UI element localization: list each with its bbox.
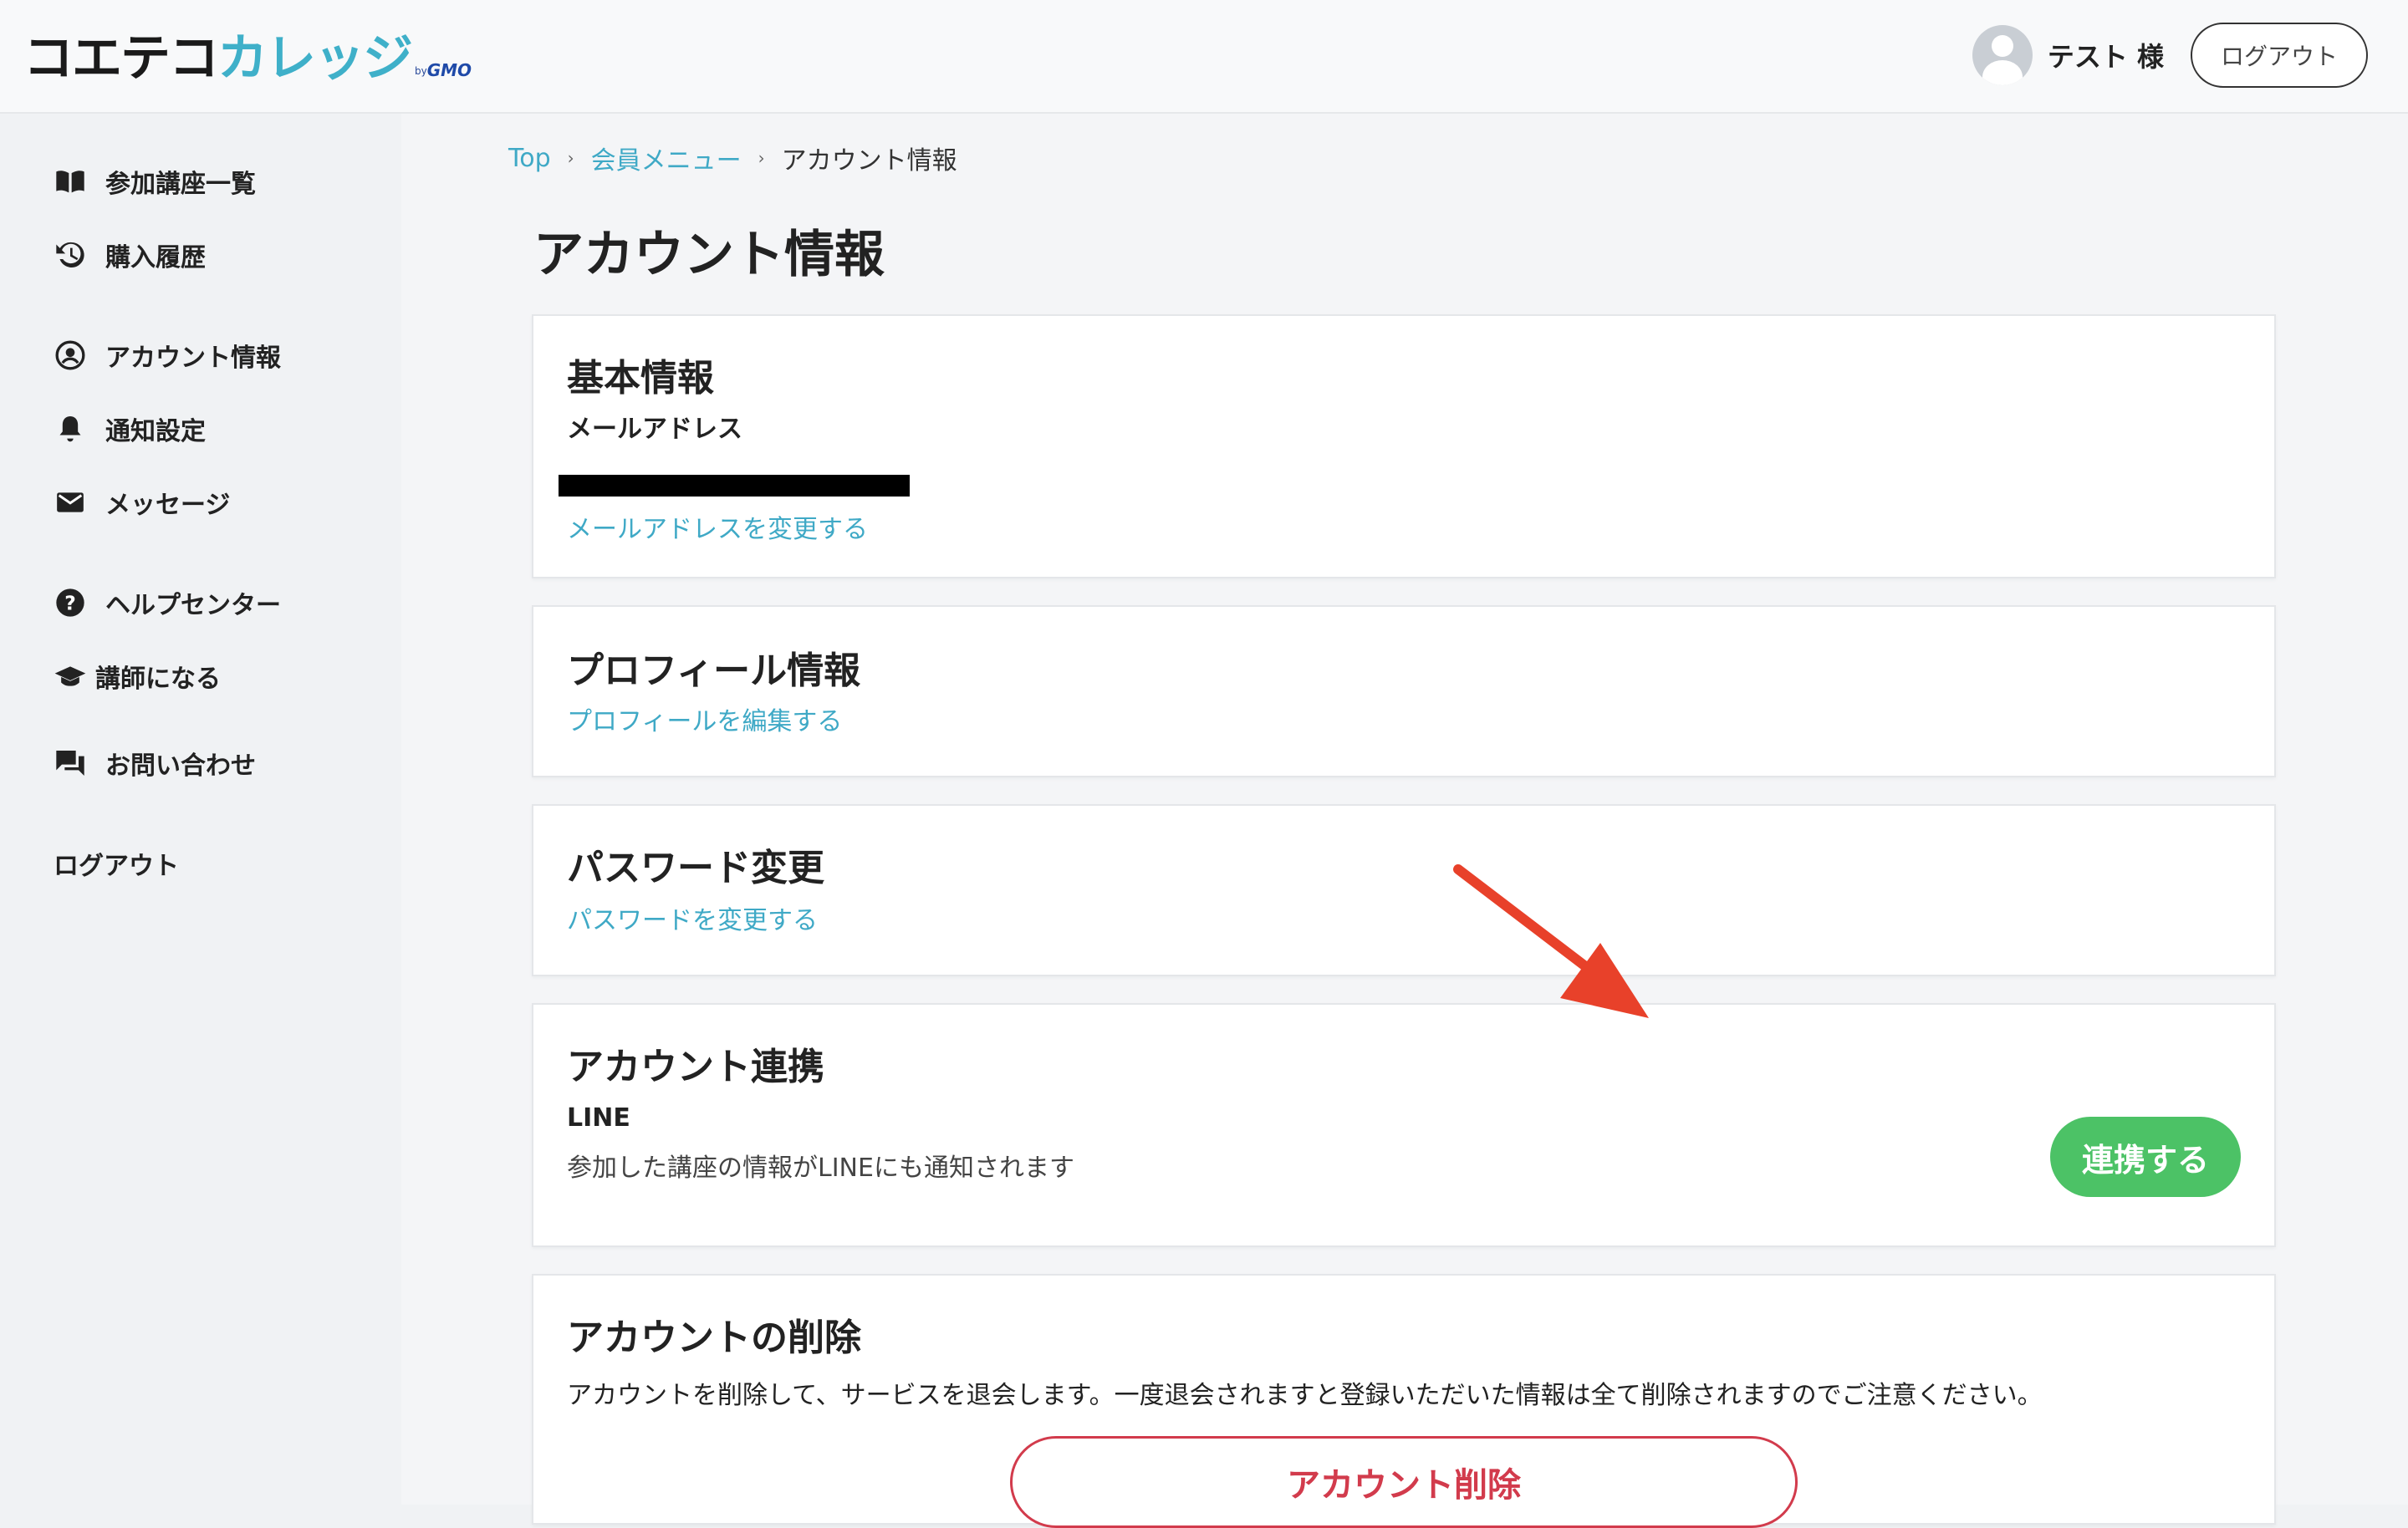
sidebar-item-label: 購入履歴 [105, 243, 206, 272]
header: コエテコ カレッジ by GMO テスト 様 ログアウト [0, 0, 2408, 114]
graduation-cap-icon [54, 660, 87, 693]
main-content: Top › 会員メニュー › アカウント情報 アカウント情報 基本情報 メールア… [401, 114, 2408, 1528]
annotation-arrow-icon [1453, 864, 1649, 1018]
header-logout-button[interactable]: ログアウト [2191, 23, 2368, 88]
sidebar-item-label: 参加講座一覧 [105, 170, 256, 199]
avatar-body [1982, 60, 2023, 85]
sidebar-item-label: 通知設定 [105, 417, 206, 446]
account-circle-icon [54, 339, 87, 372]
help-icon: ? [54, 586, 87, 619]
history-icon [54, 238, 87, 272]
email-label: メールアドレス [567, 415, 742, 444]
sidebar-item-logout[interactable]: ログアウト [54, 843, 179, 884]
sidebar-item-account-info[interactable]: アカウント情報 [54, 334, 281, 376]
redacted-email [559, 475, 910, 497]
avatar[interactable] [1972, 25, 2033, 85]
profile-card: プロフィール情報 プロフィールを編集する [532, 605, 2276, 777]
chat-icon [54, 746, 87, 780]
delete-account-description: アカウントを削除して、サービスを退会します。一度退会されますと登録いただいた情報… [567, 1381, 2043, 1410]
user-name: テスト 様 [2047, 41, 2164, 73]
delete-account-title: アカウントの削除 [567, 1317, 861, 1359]
sidebar-item-label: ログアウト [54, 852, 179, 881]
password-title: パスワード変更 [567, 847, 824, 889]
line-description: 参加した講座の情報がLINEにも通知されます [567, 1154, 1074, 1183]
logo-main-text: コエテコ [23, 29, 219, 88]
sidebar-item-become-instructor[interactable]: 講師になる [54, 655, 221, 697]
breadcrumb-separator-icon: › [567, 148, 574, 168]
svg-text:?: ? [64, 591, 76, 614]
account-linking-card: アカウント連携 LINE 参加した講座の情報がLINEにも通知されます 連携する [532, 1003, 2276, 1247]
breadcrumb-current: アカウント情報 [781, 146, 957, 176]
connect-line-button[interactable]: 連携する [2050, 1117, 2241, 1197]
sidebar-item-label: 講師になる [95, 665, 221, 694]
delete-account-button[interactable]: アカウント削除 [1010, 1436, 1798, 1528]
change-email-link[interactable]: メールアドレスを変更する [567, 508, 868, 545]
sidebar-item-notification-settings[interactable]: 通知設定 [54, 408, 206, 450]
line-service-label: LINE [567, 1103, 630, 1133]
bell-icon [54, 412, 87, 446]
sidebar-item-label: ヘルプセンター [105, 591, 281, 620]
page-title: アカウント情報 [533, 226, 885, 284]
change-password-link[interactable]: パスワードを変更する [567, 899, 818, 936]
sidebar-item-contact[interactable]: お問い合わせ [54, 742, 256, 784]
site-logo[interactable]: コエテコ カレッジ by GMO [23, 25, 472, 92]
delete-account-card: アカウントの削除 アカウントを削除して、サービスを退会します。一度退会されますと… [532, 1274, 2276, 1528]
account-linking-title: アカウント連携 [567, 1046, 824, 1088]
breadcrumb-member-menu-link[interactable]: 会員メニュー [591, 140, 742, 176]
book-icon [54, 165, 87, 198]
sidebar-item-label: アカウント情報 [105, 344, 281, 373]
breadcrumb-top-link[interactable]: Top [508, 144, 551, 173]
password-card: パスワード変更 パスワードを変更する [532, 804, 2276, 976]
sidebar-item-courses[interactable]: 参加講座一覧 [54, 160, 256, 202]
mail-icon [54, 486, 87, 519]
breadcrumb: Top › 会員メニュー › アカウント情報 [508, 137, 957, 179]
sidebar: 参加講座一覧 購入履歴 アカウント情報 通知設定 メッセージ ? ヘルプセンター [0, 114, 401, 1505]
edit-profile-link[interactable]: プロフィールを編集する [567, 700, 842, 737]
profile-title: プロフィール情報 [567, 649, 861, 692]
breadcrumb-separator-icon: › [758, 148, 765, 168]
logo-accent-text: カレッジ [217, 29, 413, 88]
sidebar-item-label: お問い合わせ [105, 751, 256, 781]
sidebar-item-messages[interactable]: メッセージ [54, 481, 230, 523]
user-area: テスト 様 ログアウト [1972, 22, 2368, 89]
basic-info-title: 基本情報 [567, 357, 714, 400]
sidebar-item-help-center[interactable]: ? ヘルプセンター [54, 582, 281, 624]
sidebar-item-label: メッセージ [105, 491, 231, 520]
logo-gmo-text: GMO [426, 60, 472, 80]
avatar-head [1991, 35, 2013, 57]
basic-info-card: 基本情報 メールアドレス メールアドレスを変更する [532, 314, 2276, 578]
logo-by-text: by [415, 65, 427, 77]
sidebar-item-purchase-history[interactable]: 購入履歴 [54, 234, 206, 276]
